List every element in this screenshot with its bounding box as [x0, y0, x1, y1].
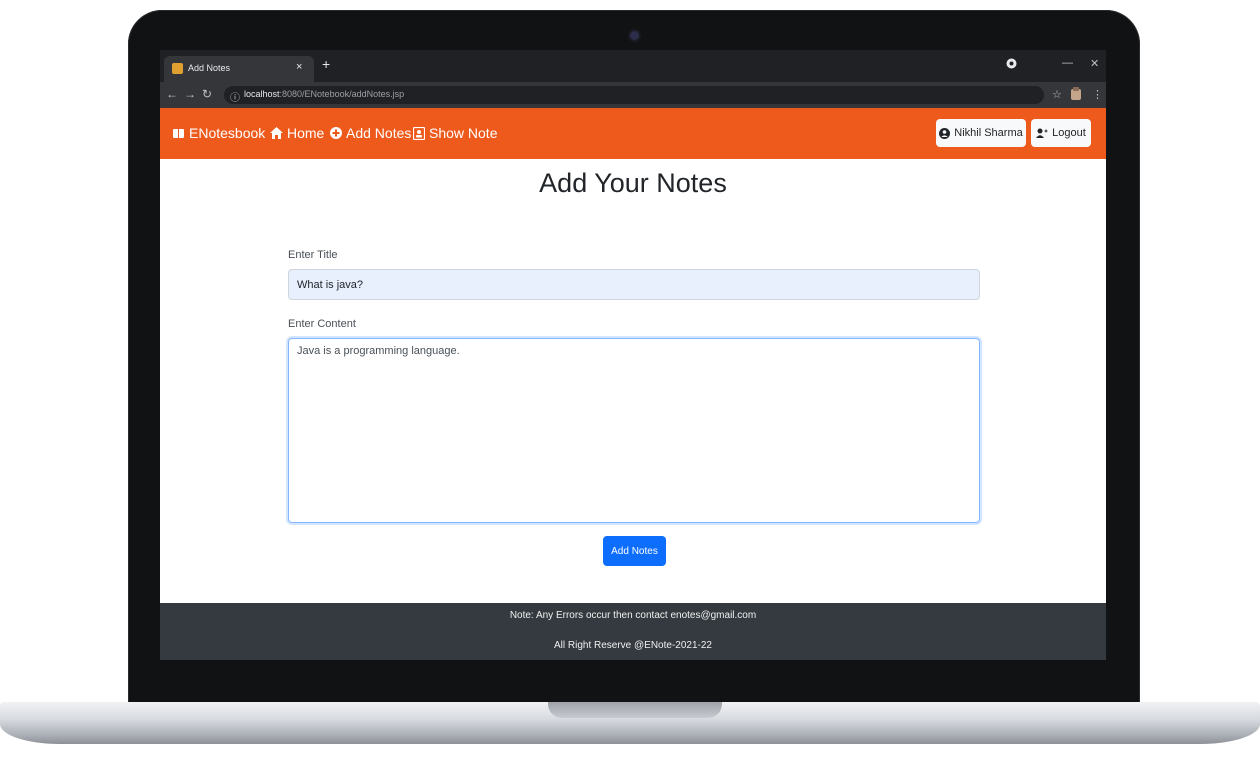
browser-toolbar: ← → ↻ ⓘ localhost:8080/ENotebook/addNote…: [160, 82, 1106, 108]
footer-contact-note: Note: Any Errors occur then contact enot…: [509, 610, 757, 621]
profile-icon[interactable]: [1006, 58, 1017, 69]
bookmark-star-icon[interactable]: ☆: [1052, 88, 1062, 101]
content-label: Enter Content: [288, 318, 356, 330]
new-tab-icon[interactable]: +: [322, 56, 330, 72]
extension-icon[interactable]: [1070, 87, 1082, 101]
forward-icon[interactable]: →: [184, 87, 196, 101]
app-navbar: ENotesbook Home Add Notes Show Note Nikh…: [160, 108, 1106, 159]
address-book-icon: [413, 126, 425, 140]
user-circle-icon: [939, 127, 951, 139]
webcam: [630, 31, 639, 40]
footer-copyright: All Right Reserve @ENote-2021-22: [553, 640, 712, 651]
user-name-label: Nikhil Sharma: [954, 127, 1023, 139]
page-footer: Note: Any Errors occur then contact enot…: [160, 603, 1106, 660]
nav-item-home[interactable]: Home: [270, 125, 324, 141]
tab-title: Add Notes: [188, 63, 231, 73]
nav-item-label: Add Notes: [346, 125, 412, 141]
reload-icon[interactable]: ↻: [202, 87, 212, 101]
browser-tabbar: Add Notes × + — ✕: [160, 50, 1106, 82]
url-host: localhost: [244, 89, 280, 99]
page-title: Add Your Notes: [539, 168, 727, 198]
nav-item-show-note[interactable]: Show Note: [413, 125, 497, 141]
content-textarea[interactable]: Java is a programming language.: [288, 338, 980, 523]
favicon-icon: [172, 63, 183, 74]
browser-menu-icon[interactable]: ⋮: [1092, 88, 1103, 101]
browser-tab[interactable]: Add Notes ×: [164, 56, 314, 82]
plus-circle-icon: [330, 127, 342, 139]
title-input[interactable]: [288, 269, 980, 300]
url-text: localhost:8080/ENotebook/addNotes.jsp: [244, 89, 404, 99]
home-icon: [270, 127, 283, 139]
logout-button[interactable]: Logout: [1031, 119, 1091, 147]
address-bar[interactable]: ⓘ localhost:8080/ENotebook/addNotes.jsp: [224, 86, 1044, 104]
url-path: :8080/ENotebook/addNotes.jsp: [279, 89, 405, 99]
book-icon: [172, 127, 185, 140]
brand-label: ENotesbook: [189, 125, 266, 141]
back-icon[interactable]: ←: [166, 87, 178, 101]
logout-label: Logout: [1052, 127, 1086, 139]
laptop-base-notch: [548, 702, 722, 718]
tab-close-icon[interactable]: ×: [296, 61, 302, 73]
title-label: Enter Title: [288, 249, 338, 261]
user-plus-icon: [1036, 128, 1048, 138]
browser-window: Add Notes × + — ✕ ← → ↻ ⓘ localhost:8080…: [160, 50, 1106, 660]
nav-item-label: Home: [287, 125, 325, 141]
user-profile-button[interactable]: Nikhil Sharma: [936, 119, 1026, 147]
info-icon: ⓘ: [230, 93, 240, 104]
brand-link[interactable]: ENotesbook: [172, 125, 265, 141]
add-notes-button[interactable]: Add Notes: [603, 536, 666, 566]
minimize-icon[interactable]: —: [1062, 57, 1073, 69]
close-window-icon[interactable]: ✕: [1090, 57, 1099, 70]
nav-item-add-notes[interactable]: Add Notes: [330, 125, 411, 141]
nav-item-label: Show Note: [429, 125, 498, 141]
